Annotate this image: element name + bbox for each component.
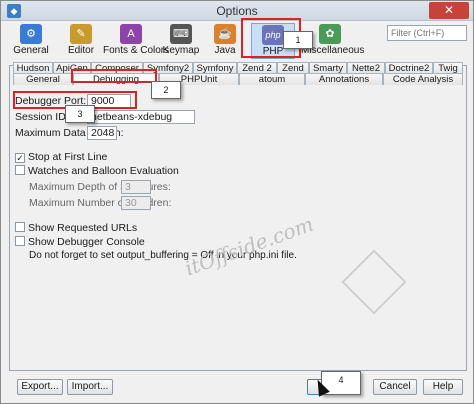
import-button[interactable]: Import... bbox=[67, 379, 113, 395]
category-label: Fonts & Colors bbox=[103, 45, 170, 56]
cancel-button[interactable]: Cancel bbox=[373, 379, 417, 395]
title-bar: ◆ Options ✕ bbox=[1, 1, 473, 21]
close-button[interactable]: ✕ bbox=[429, 2, 469, 19]
keymap-icon: ⌨ bbox=[170, 24, 192, 44]
max-children-input[interactable]: 30 bbox=[121, 196, 151, 210]
session-id-input[interactable]: netbeans-xdebug bbox=[87, 110, 195, 124]
highlight-debugging-tab bbox=[71, 69, 157, 83]
export-button[interactable]: Export... bbox=[17, 379, 63, 395]
category-fonts-colors[interactable]: A Fonts & Colors bbox=[103, 23, 170, 57]
category-java[interactable]: ☕ Java bbox=[205, 23, 245, 57]
checkbox-icon[interactable] bbox=[15, 236, 25, 246]
show-requested-urls-label: Show Requested URLs bbox=[28, 222, 138, 234]
watches-label: Watches and Balloon Evaluation bbox=[28, 165, 179, 177]
options-window: ◆ Options ✕ ⚙ General ✎ Editor A Fonts &… bbox=[0, 0, 474, 404]
category-label: Keymap bbox=[162, 45, 200, 56]
checkbox-checked-icon[interactable]: ✓ bbox=[15, 153, 25, 163]
show-debugger-console-label: Show Debugger Console bbox=[28, 236, 145, 248]
tab-general[interactable]: General bbox=[13, 73, 73, 85]
session-id-label: Session ID: bbox=[15, 111, 69, 123]
window-title: Options bbox=[216, 4, 258, 18]
stop-first-line-label: Stop at First Line bbox=[28, 151, 108, 163]
category-label: Java bbox=[214, 45, 236, 56]
miscellaneous-icon: ✿ bbox=[319, 24, 341, 44]
category-keymap[interactable]: ⌨ Keymap bbox=[161, 23, 201, 57]
max-depth-input[interactable]: 3 bbox=[121, 180, 151, 194]
fonts-colors-icon: A bbox=[120, 24, 142, 44]
callout-1: 1 bbox=[283, 31, 313, 49]
checkbox-icon[interactable] bbox=[15, 165, 25, 175]
editor-icon: ✎ bbox=[70, 24, 92, 44]
tab-code-analysis[interactable]: Code Analysis bbox=[383, 73, 463, 85]
stop-first-line-option[interactable]: ✓ Stop at First Line bbox=[15, 151, 107, 165]
tab-annotations[interactable]: Annotations bbox=[305, 73, 383, 85]
show-requested-urls-option[interactable]: Show Requested URLs bbox=[15, 222, 137, 236]
category-general[interactable]: ⚙ General bbox=[11, 23, 51, 57]
category-toolbar: ⚙ General ✎ Editor A Fonts & Colors ⌨ Ke… bbox=[5, 23, 469, 59]
category-editor[interactable]: ✎ Editor bbox=[61, 23, 101, 57]
tab-atoum[interactable]: atoum bbox=[239, 73, 305, 85]
show-debugger-console-option[interactable]: Show Debugger Console bbox=[15, 236, 145, 250]
java-icon: ☕ bbox=[214, 24, 236, 44]
sliders-icon: ⚙ bbox=[20, 24, 42, 44]
category-label: Editor bbox=[67, 45, 95, 56]
watches-option[interactable]: Watches and Balloon Evaluation bbox=[15, 165, 179, 179]
callout-3: 3 bbox=[65, 105, 95, 123]
category-label: General bbox=[13, 45, 49, 56]
max-data-length-input[interactable]: 2048 bbox=[87, 126, 117, 140]
help-button[interactable]: Help bbox=[423, 379, 463, 395]
callout-2: 2 bbox=[151, 81, 181, 99]
checkbox-icon[interactable] bbox=[15, 222, 25, 232]
